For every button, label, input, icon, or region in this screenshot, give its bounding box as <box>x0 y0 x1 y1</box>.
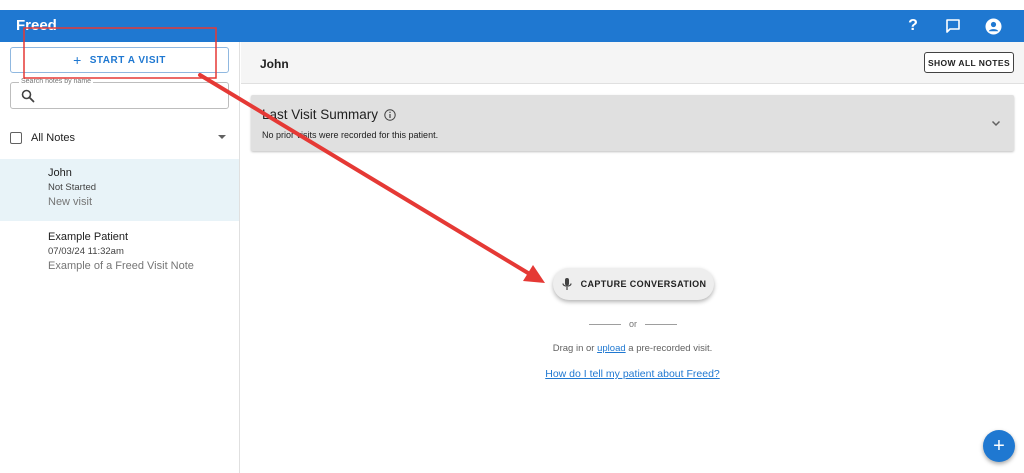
or-divider: or <box>589 318 677 330</box>
divider-line <box>589 323 621 325</box>
note-list-item-john[interactable]: John Not Started New visit <box>0 159 239 221</box>
help-label: ? <box>908 17 918 34</box>
help-icon[interactable]: ? <box>902 15 924 37</box>
add-fab-button[interactable]: + <box>983 430 1015 462</box>
account-icon-glyph <box>985 18 1001 34</box>
all-notes-filter: All Notes <box>10 130 230 146</box>
drag-prefix: Drag in or <box>552 343 595 354</box>
patient-name: John <box>260 57 289 71</box>
microphone-icon <box>561 278 572 290</box>
note-list-item-example-patient[interactable]: Example Patient 07/03/24 11:32am Example… <box>0 223 239 285</box>
capture-conversation-button[interactable]: CAPTURE CONVERSATION <box>553 268 714 300</box>
start-visit-label: START A VISIT <box>89 54 166 66</box>
note-subtitle: New visit <box>48 196 93 208</box>
help-link[interactable]: How do I tell my patient about Freed? <box>241 368 1024 380</box>
or-label: or <box>628 319 637 329</box>
account-icon[interactable] <box>982 15 1004 37</box>
top-app-bar: Freed ? <box>0 10 1024 42</box>
app-title: Freed <box>16 17 57 34</box>
sidebar: + START A VISIT Search notes by name All… <box>0 42 240 473</box>
drag-upload-text: Drag in or upload a pre-recorded visit. <box>241 343 1024 354</box>
top-bar-actions: ? <box>902 15 1004 37</box>
drag-suffix: a pre-recorded visit. <box>628 343 713 354</box>
search-field: Search notes by name <box>10 78 229 109</box>
search-icon <box>21 89 35 103</box>
search-input[interactable] <box>41 86 221 106</box>
chat-icon[interactable] <box>942 15 964 37</box>
chat-icon-glyph <box>946 19 960 33</box>
start-visit-button[interactable]: + START A VISIT <box>10 47 229 73</box>
caret-down-icon[interactable] <box>218 135 226 139</box>
note-status: Not Started <box>48 182 97 193</box>
search-legend: Search notes by name <box>19 78 94 86</box>
note-subtitle: Example of a Freed Visit Note <box>48 260 194 272</box>
upload-link[interactable]: upload <box>597 343 626 354</box>
capture-label: CAPTURE CONVERSATION <box>580 279 707 289</box>
show-all-notes-button[interactable]: SHOW ALL NOTES <box>924 52 1014 73</box>
patient-header: John SHOW ALL NOTES <box>241 42 1024 84</box>
summary-title-row: Last Visit Summary <box>262 107 396 122</box>
note-patient-name: John <box>48 167 72 179</box>
summary-text: No prior visits were recorded for this p… <box>262 130 439 140</box>
plus-icon: + <box>993 434 1005 457</box>
note-patient-name: Example Patient <box>48 231 129 243</box>
info-icon[interactable] <box>384 108 396 121</box>
select-all-checkbox[interactable] <box>10 132 22 144</box>
plus-icon: + <box>73 52 82 68</box>
note-date: 07/03/24 11:32am <box>48 246 124 257</box>
chevron-down-icon[interactable] <box>990 117 1002 129</box>
summary-title: Last Visit Summary <box>262 107 379 122</box>
divider-line <box>645 323 677 325</box>
main-panel: John SHOW ALL NOTES Last Visit Summary N… <box>241 42 1024 473</box>
all-notes-label: All Notes <box>31 132 76 144</box>
last-visit-summary-panel[interactable]: Last Visit Summary No prior visits were … <box>251 95 1014 151</box>
